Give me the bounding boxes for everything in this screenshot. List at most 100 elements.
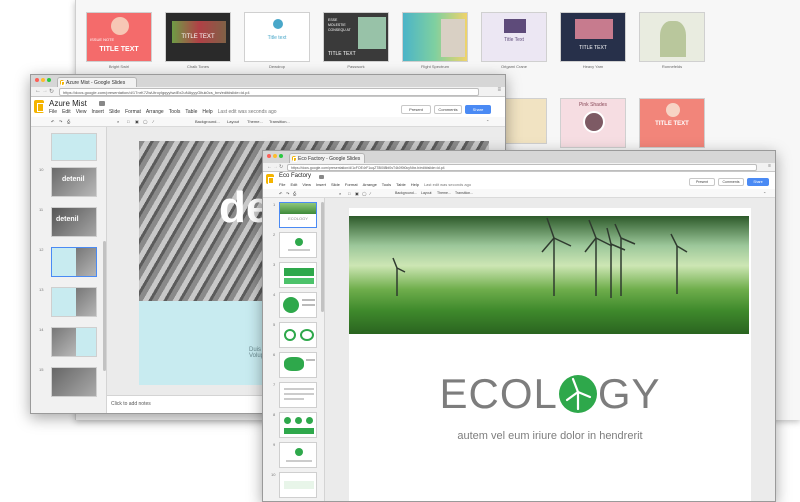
reload-icon[interactable]: ↻ [279, 164, 283, 170]
toolbar-background[interactable]: Background... [395, 191, 417, 195]
share-button[interactable]: Share [747, 178, 769, 186]
line-icon[interactable]: ∕ [153, 119, 154, 124]
text-box-icon[interactable]: □ [127, 119, 129, 124]
url-input[interactable]: https://docs.google.com/presentation/d/1… [59, 88, 479, 96]
template-thumb-pink-shades[interactable]: Pink Shades [560, 98, 626, 148]
slide-thumbnail[interactable] [279, 352, 317, 378]
slide-thumbnail[interactable] [279, 382, 317, 408]
back-icon[interactable]: ← [267, 164, 272, 170]
toolbar-transition[interactable]: Transition... [455, 191, 473, 195]
back-icon[interactable]: ← [35, 88, 41, 94]
browser-tab[interactable]: Azure Mist - Google Slides [57, 77, 137, 87]
filmstrip-scrollbar[interactable] [103, 241, 106, 371]
slide-thumbnail[interactable]: detenil [51, 167, 97, 197]
folder-icon[interactable] [99, 101, 105, 106]
slide-thumbnail[interactable] [279, 412, 317, 438]
slide-thumbnail-selected[interactable] [51, 247, 97, 277]
menu-table[interactable]: Table [185, 109, 197, 115]
template-thumb-passwork[interactable]: ESSE MOLESTIE CONSEQU AT TITLE TEXT [323, 12, 389, 62]
shape-icon[interactable]: ◯ [362, 191, 366, 196]
present-button[interactable]: Present [689, 178, 715, 186]
shape-icon[interactable]: ◯ [143, 119, 147, 124]
menu-icon[interactable]: ≡ [497, 87, 501, 93]
template-thumb-heavy-yarn[interactable]: TITLE TEXT [560, 12, 626, 62]
forward-icon[interactable]: → [42, 88, 48, 94]
menu-insert[interactable]: Insert [316, 182, 326, 187]
slide-thumbnail[interactable] [51, 367, 97, 397]
menu-slide[interactable]: Slide [331, 182, 340, 187]
doc-title[interactable]: Eco Factory [279, 173, 311, 179]
last-edit-status[interactable]: Last edit was seconds ago [218, 109, 277, 115]
undo-icon[interactable]: ↶ [279, 191, 282, 196]
slide-thumbnail[interactable] [279, 442, 317, 468]
redo-icon[interactable]: ↷ [286, 191, 289, 196]
toolbar-transition[interactable]: Transition... [269, 119, 290, 124]
menu-arrange[interactable]: Arrange [146, 109, 164, 115]
last-edit-status[interactable]: Last edit was seconds ago [424, 182, 471, 187]
toolbar-background[interactable]: Background... [195, 119, 220, 124]
menu-view[interactable]: View [76, 109, 87, 115]
menu-format[interactable]: Format [125, 109, 141, 115]
menu-tools[interactable]: Tools [169, 109, 181, 115]
image-icon[interactable]: ▣ [355, 191, 359, 196]
menu-edit[interactable]: Edit [62, 109, 71, 115]
template-thumb-flight-spectrum[interactable] [402, 12, 468, 62]
toolbar-layout[interactable]: Layout [421, 191, 432, 195]
share-button[interactable]: Share [465, 105, 491, 114]
doc-title[interactable]: Azure Mist [49, 99, 87, 108]
image-icon[interactable]: ▣ [135, 119, 139, 124]
present-button[interactable]: Present [401, 105, 431, 114]
menu-insert[interactable]: Insert [91, 109, 104, 115]
filmstrip-scrollbar[interactable] [321, 202, 324, 312]
slide-thumbnail[interactable] [279, 262, 317, 288]
line-icon[interactable]: ∕ [370, 191, 371, 196]
slide-thumbnail[interactable] [279, 322, 317, 348]
menu-tools[interactable]: Tools [382, 182, 391, 187]
template-thumb-dewdrop[interactable]: Title text [244, 12, 310, 62]
menu-file[interactable]: File [279, 182, 285, 187]
template-thumb-origami-crane[interactable]: Title Text [481, 12, 547, 62]
template-thumb-row2-coral[interactable]: TITLE TEXT [639, 98, 705, 148]
menu-slide[interactable]: Slide [109, 109, 120, 115]
folder-icon[interactable] [319, 175, 324, 179]
zoom-icon[interactable]: ⌕ [339, 191, 341, 196]
slide-thumbnail[interactable] [279, 292, 317, 318]
slides-logo-icon[interactable] [34, 100, 44, 113]
slide-thumbnail[interactable]: detenil [51, 207, 97, 237]
template-thumb-chalk-tones[interactable]: TITLE TEXT [165, 12, 231, 62]
menu-arrange[interactable]: Arrange [363, 182, 377, 187]
menu-table[interactable]: Table [396, 182, 406, 187]
slide-thumbnail[interactable] [51, 133, 97, 161]
menu-format[interactable]: Format [345, 182, 358, 187]
toolbar-theme[interactable]: Theme... [437, 191, 451, 195]
menu-icon[interactable]: ≡ [768, 163, 771, 169]
print-icon[interactable]: ⎙ [67, 119, 70, 124]
menu-view[interactable]: View [302, 182, 311, 187]
slides-logo-icon[interactable] [266, 174, 274, 184]
toolbar-theme[interactable]: Theme... [247, 119, 263, 124]
slide-thumbnail-selected[interactable]: ECOLOGY [279, 202, 317, 228]
collapse-icon[interactable]: ⌃ [763, 191, 766, 196]
browser-tab[interactable]: Eco Factory - Google Slides [289, 153, 365, 163]
template-thumb-bright-swirl[interactable]: ISSUE NOTE TITLE TEXT [86, 12, 152, 62]
menu-help[interactable]: Help [411, 182, 419, 187]
comments-button[interactable]: Comments [718, 178, 744, 186]
slide-canvas[interactable]: ECOL GY autem vel eum iriure dolor in he… [349, 208, 751, 501]
text-box-icon[interactable]: □ [348, 191, 350, 196]
comments-button[interactable]: Comments [434, 105, 462, 114]
slide-thumbnail[interactable] [279, 232, 317, 258]
menu-help[interactable]: Help [202, 109, 212, 115]
menu-file[interactable]: File [49, 109, 57, 115]
forward-icon[interactable]: → [273, 164, 278, 170]
undo-icon[interactable]: ↶ [51, 119, 54, 124]
reload-icon[interactable]: ↻ [49, 88, 54, 95]
slide-thumbnail[interactable] [279, 472, 317, 498]
zoom-icon[interactable]: ⌕ [117, 119, 119, 124]
redo-icon[interactable]: ↷ [59, 119, 62, 124]
slide-thumbnail[interactable] [51, 327, 97, 357]
toolbar-layout[interactable]: Layout [227, 119, 239, 124]
collapse-icon[interactable]: ⌃ [486, 119, 489, 124]
slide-thumbnail[interactable] [51, 287, 97, 317]
template-thumb-ronnefelds[interactable] [639, 12, 705, 62]
menu-edit[interactable]: Edit [290, 182, 297, 187]
